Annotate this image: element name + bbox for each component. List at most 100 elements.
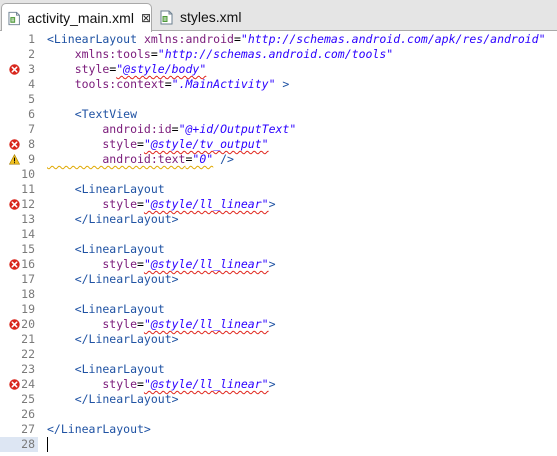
code-token: <TextView bbox=[47, 107, 138, 121]
code-token: android:id bbox=[47, 122, 172, 136]
code-token: style bbox=[47, 197, 138, 211]
code-token: style bbox=[47, 137, 138, 151]
code-token: style bbox=[47, 377, 138, 391]
code-token: ".MainActivity" bbox=[171, 77, 276, 91]
line-number: 2 bbox=[28, 47, 35, 61]
code-token: "http://schemas.android.com/apk/res/andr… bbox=[240, 32, 546, 46]
code-token: </LinearLayout> bbox=[47, 422, 151, 436]
xml-file-icon bbox=[160, 10, 173, 24]
code-line[interactable]: style="@style/ll_linear"> bbox=[47, 317, 276, 332]
gutter-line: 18 bbox=[0, 287, 38, 302]
tab-activity-main[interactable]: activity_main.xml ⊠ bbox=[1, 3, 152, 32]
error-icon[interactable] bbox=[9, 379, 20, 390]
error-icon[interactable] bbox=[9, 139, 20, 150]
error-icon[interactable] bbox=[9, 319, 20, 330]
gutter-line: 4 bbox=[0, 77, 38, 92]
line-number: 11 bbox=[21, 182, 35, 196]
error-icon[interactable] bbox=[9, 199, 20, 210]
error-icon[interactable] bbox=[9, 64, 20, 75]
gutter-line: 7 bbox=[0, 122, 38, 137]
code-line[interactable]: </LinearLayout> bbox=[47, 392, 179, 407]
code-token: > bbox=[275, 77, 290, 91]
code-token: "@+id/OutputText" bbox=[178, 122, 297, 136]
gutter-line: 13 bbox=[0, 212, 38, 227]
line-number: 26 bbox=[21, 407, 35, 421]
gutter-line: 16 bbox=[0, 257, 38, 272]
warning-icon[interactable] bbox=[9, 154, 20, 165]
line-number: 4 bbox=[28, 77, 35, 91]
gutter-line: 6 bbox=[0, 107, 38, 122]
code-line[interactable]: </LinearLayout> bbox=[47, 272, 179, 287]
code-token: <LinearLayout bbox=[47, 362, 165, 376]
code-token: android:text bbox=[47, 152, 186, 166]
code-token: style bbox=[47, 317, 138, 331]
gutter-line: 1 bbox=[0, 32, 38, 47]
line-number: 18 bbox=[21, 287, 35, 301]
code-line[interactable]: <LinearLayout bbox=[47, 242, 165, 257]
line-number: 27 bbox=[21, 422, 35, 436]
line-number: 14 bbox=[21, 227, 35, 241]
code-line[interactable]: <TextView bbox=[47, 107, 137, 122]
gutter-line: 26 bbox=[0, 407, 38, 422]
code-token: "@style/ll_linear" bbox=[143, 377, 269, 391]
code-editor[interactable]: 1 2 3 4 5 6 7 8 9 10 11 12 13 14 15 16 17 18 19 20 21 22 23 24 2… bbox=[0, 31, 557, 456]
line-number: 6 bbox=[28, 107, 35, 121]
gutter-line: 17 bbox=[0, 272, 38, 287]
code-token: = bbox=[150, 47, 158, 61]
line-number: 25 bbox=[21, 392, 35, 406]
code-line[interactable]: style="@style/ll_linear"> bbox=[47, 377, 276, 392]
code-line[interactable]: </LinearLayout> bbox=[47, 332, 179, 347]
gutter-line: 28 bbox=[0, 437, 38, 452]
code-token: "0" bbox=[192, 152, 214, 166]
code-line[interactable]: android:id="@+id/OutputText" bbox=[47, 122, 296, 137]
code-line[interactable]: tools:context=".MainActivity" > bbox=[47, 77, 290, 92]
code-token: = bbox=[164, 77, 172, 91]
error-icon[interactable] bbox=[9, 259, 20, 270]
gutter-line: 12 bbox=[0, 197, 38, 212]
code-token: <LinearLayout bbox=[47, 242, 165, 256]
code-token: </LinearLayout> bbox=[47, 332, 179, 346]
line-number: 1 bbox=[28, 32, 35, 46]
gutter-line: 19 bbox=[0, 302, 38, 317]
code-line[interactable]: <LinearLayout bbox=[47, 182, 165, 197]
code-token: "@style/tv_output" bbox=[143, 137, 269, 151]
code-line[interactable]: android:text="0" /> bbox=[47, 152, 234, 167]
code-token: </LinearLayout> bbox=[47, 272, 179, 286]
code-token: = bbox=[137, 257, 144, 271]
code-token: style bbox=[47, 62, 110, 76]
code-token: > bbox=[268, 317, 276, 331]
gutter-line: 21 bbox=[0, 332, 38, 347]
code-line[interactable]: xmlns:tools="http://schemas.android.com/… bbox=[47, 47, 394, 62]
code-token: > bbox=[268, 377, 276, 391]
code-line[interactable]: <LinearLayout bbox=[47, 362, 165, 377]
code-line[interactable]: <LinearLayout xmlns:android="http://sche… bbox=[47, 32, 546, 47]
code-line[interactable]: style="@style/tv_output" bbox=[47, 137, 269, 152]
gutter-line: 15 bbox=[0, 242, 38, 257]
gutter-line: 23 bbox=[0, 362, 38, 377]
tab-label: styles.xml bbox=[180, 9, 242, 25]
gutter-line: 14 bbox=[0, 227, 38, 242]
code-line[interactable]: style="@style/ll_linear"> bbox=[47, 197, 275, 212]
code-token: </LinearLayout> bbox=[47, 392, 179, 406]
tab-styles[interactable]: styles.xml bbox=[156, 3, 256, 31]
code-token: > bbox=[268, 257, 276, 271]
close-icon[interactable]: ⊠ bbox=[141, 11, 151, 25]
line-number: 21 bbox=[21, 332, 35, 346]
code-token: style bbox=[47, 257, 138, 271]
line-number-gutter: 1 2 3 4 5 6 7 8 9 10 11 12 13 14 15 16 17 18 19 20 21 22 23 24 2… bbox=[0, 31, 38, 456]
line-number: 19 bbox=[21, 302, 35, 316]
code-line[interactable]: </LinearLayout> bbox=[47, 212, 179, 227]
code-line[interactable]: </LinearLayout> bbox=[47, 422, 151, 437]
code-line[interactable]: style="@style/body" bbox=[47, 62, 207, 77]
gutter-line: 11 bbox=[0, 182, 38, 197]
code-token: </LinearLayout> bbox=[47, 212, 179, 226]
gutter-line: 25 bbox=[0, 392, 38, 407]
gutter-line: 8 bbox=[0, 137, 38, 152]
code-token: = bbox=[171, 122, 179, 136]
code-line[interactable]: <LinearLayout bbox=[47, 302, 165, 317]
code-line[interactable]: style="@style/ll_linear"> bbox=[47, 257, 276, 272]
code-token: = bbox=[233, 32, 241, 46]
gutter-line: 24 bbox=[0, 377, 38, 392]
code-token: xmlns:android bbox=[143, 32, 234, 46]
code-token: tools:context bbox=[47, 77, 165, 91]
